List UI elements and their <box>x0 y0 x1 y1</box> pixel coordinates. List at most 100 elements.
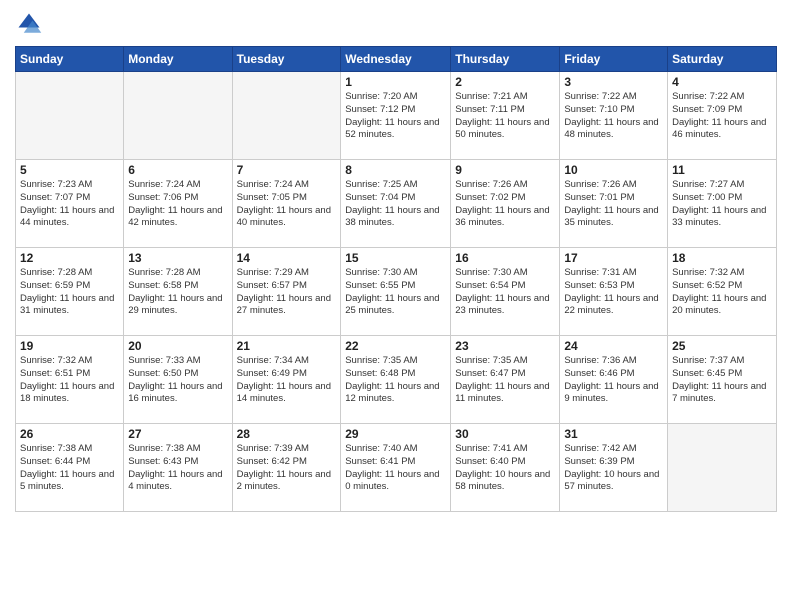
day-info: Sunrise: 7:24 AM Sunset: 7:05 PM Dayligh… <box>237 179 337 230</box>
day-cell: 25Sunrise: 7:37 AM Sunset: 6:45 PM Dayli… <box>668 336 777 424</box>
day-number: 30 <box>455 427 555 441</box>
day-info: Sunrise: 7:42 AM Sunset: 6:39 PM Dayligh… <box>564 443 663 494</box>
day-info: Sunrise: 7:41 AM Sunset: 6:40 PM Dayligh… <box>455 443 555 494</box>
day-cell: 19 Sunrise: 7:32 AM Sunset: 6:51 PM Dayli… <box>16 336 124 424</box>
day-cell <box>16 72 124 160</box>
day-cell: 7 Sunrise: 7:24 AM Sunset: 7:05 PM Daylig… <box>232 160 341 248</box>
day-cell: 5 Sunrise: 7:23 AM Sunset: 7:07 PM Daylig… <box>16 160 124 248</box>
weekday-header-monday: Monday <box>124 47 232 72</box>
day-number: 9 <box>455 163 555 177</box>
day-cell: 20 Sunrise: 7:33 AM Sunset: 6:50 PM Dayli… <box>124 336 232 424</box>
weekday-header-saturday: Saturday <box>668 47 777 72</box>
day-cell: 31 Sunrise: 7:42 AM Sunset: 6:39 PM Dayli… <box>560 424 668 512</box>
day-info: Sunrise: 7:37 AM Sunset: 6:45 PM Dayligh… <box>672 355 772 406</box>
week-row-2: 12 Sunrise: 7:28 AM Sunset: 6:59 PM Dayli… <box>16 248 777 336</box>
day-number: 14 <box>237 251 337 265</box>
calendar-table: SundayMondayTuesdayWednesdayThursdayFrid… <box>15 46 777 512</box>
day-info: Sunrise: 7:26 AM Sunset: 7:01 PM Dayligh… <box>564 179 663 230</box>
day-cell: 1 Sunrise: 7:20 AM Sunset: 7:12 PM Daylig… <box>341 72 451 160</box>
day-number: 5 <box>20 163 119 177</box>
day-info: Sunrise: 7:21 AM Sunset: 7:11 PM Dayligh… <box>455 91 555 142</box>
day-info: Sunrise: 7:30 AM Sunset: 6:55 PM Dayligh… <box>345 267 446 318</box>
day-number: 7 <box>237 163 337 177</box>
day-info: Sunrise: 7:26 AM Sunset: 7:02 PM Dayligh… <box>455 179 555 230</box>
day-cell: 10 Sunrise: 7:26 AM Sunset: 7:01 PM Dayli… <box>560 160 668 248</box>
day-number: 15 <box>345 251 446 265</box>
weekday-header-friday: Friday <box>560 47 668 72</box>
day-cell: 22 Sunrise: 7:35 AM Sunset: 6:48 PM Dayli… <box>341 336 451 424</box>
day-cell: 8Sunrise: 7:25 AM Sunset: 7:04 PM Daylig… <box>341 160 451 248</box>
day-info: Sunrise: 7:28 AM Sunset: 6:58 PM Dayligh… <box>128 267 227 318</box>
day-info: Sunrise: 7:22 AM Sunset: 7:09 PM Dayligh… <box>672 91 772 142</box>
week-row-3: 19 Sunrise: 7:32 AM Sunset: 6:51 PM Dayli… <box>16 336 777 424</box>
day-cell <box>232 72 341 160</box>
week-row-1: 5 Sunrise: 7:23 AM Sunset: 7:07 PM Daylig… <box>16 160 777 248</box>
day-cell: 16Sunrise: 7:30 AM Sunset: 6:54 PM Dayli… <box>451 248 560 336</box>
day-info: Sunrise: 7:33 AM Sunset: 6:50 PM Dayligh… <box>128 355 227 406</box>
day-number: 29 <box>345 427 446 441</box>
day-info: Sunrise: 7:29 AM Sunset: 6:57 PM Dayligh… <box>237 267 337 318</box>
day-number: 18 <box>672 251 772 265</box>
day-cell: 12 Sunrise: 7:28 AM Sunset: 6:59 PM Dayli… <box>16 248 124 336</box>
day-cell: 14 Sunrise: 7:29 AM Sunset: 6:57 PM Dayli… <box>232 248 341 336</box>
day-info: Sunrise: 7:40 AM Sunset: 6:41 PM Dayligh… <box>345 443 446 494</box>
day-number: 3 <box>564 75 663 89</box>
day-cell <box>668 424 777 512</box>
day-number: 6 <box>128 163 227 177</box>
day-cell: 15 Sunrise: 7:30 AM Sunset: 6:55 PM Dayli… <box>341 248 451 336</box>
day-number: 4 <box>672 75 772 89</box>
day-info: Sunrise: 7:35 AM Sunset: 6:48 PM Dayligh… <box>345 355 446 406</box>
week-row-4: 26Sunrise: 7:38 AM Sunset: 6:44 PM Dayli… <box>16 424 777 512</box>
day-cell: 3Sunrise: 7:22 AM Sunset: 7:10 PM Daylig… <box>560 72 668 160</box>
week-row-0: 1 Sunrise: 7:20 AM Sunset: 7:12 PM Daylig… <box>16 72 777 160</box>
day-number: 23 <box>455 339 555 353</box>
day-number: 11 <box>672 163 772 177</box>
day-cell: 21Sunrise: 7:34 AM Sunset: 6:49 PM Dayli… <box>232 336 341 424</box>
logo <box>15 10 47 38</box>
day-number: 20 <box>128 339 227 353</box>
day-info: Sunrise: 7:38 AM Sunset: 6:44 PM Dayligh… <box>20 443 119 494</box>
day-info: Sunrise: 7:20 AM Sunset: 7:12 PM Dayligh… <box>345 91 446 142</box>
day-cell: 24Sunrise: 7:36 AM Sunset: 6:46 PM Dayli… <box>560 336 668 424</box>
day-number: 22 <box>345 339 446 353</box>
day-number: 1 <box>345 75 446 89</box>
day-cell: 9 Sunrise: 7:26 AM Sunset: 7:02 PM Daylig… <box>451 160 560 248</box>
day-cell: 17 Sunrise: 7:31 AM Sunset: 6:53 PM Dayli… <box>560 248 668 336</box>
day-number: 12 <box>20 251 119 265</box>
day-cell: 30 Sunrise: 7:41 AM Sunset: 6:40 PM Dayli… <box>451 424 560 512</box>
day-info: Sunrise: 7:23 AM Sunset: 7:07 PM Dayligh… <box>20 179 119 230</box>
day-cell: 23 Sunrise: 7:35 AM Sunset: 6:47 PM Dayli… <box>451 336 560 424</box>
day-cell: 11 Sunrise: 7:27 AM Sunset: 7:00 PM Dayli… <box>668 160 777 248</box>
day-cell: 26Sunrise: 7:38 AM Sunset: 6:44 PM Dayli… <box>16 424 124 512</box>
day-cell: 28Sunrise: 7:39 AM Sunset: 6:42 PM Dayli… <box>232 424 341 512</box>
day-cell: 2Sunrise: 7:21 AM Sunset: 7:11 PM Daylig… <box>451 72 560 160</box>
weekday-header-wednesday: Wednesday <box>341 47 451 72</box>
day-cell: 27Sunrise: 7:38 AM Sunset: 6:43 PM Dayli… <box>124 424 232 512</box>
day-number: 19 <box>20 339 119 353</box>
day-info: Sunrise: 7:38 AM Sunset: 6:43 PM Dayligh… <box>128 443 227 494</box>
day-number: 21 <box>237 339 337 353</box>
day-info: Sunrise: 7:27 AM Sunset: 7:00 PM Dayligh… <box>672 179 772 230</box>
day-cell <box>124 72 232 160</box>
weekday-header-tuesday: Tuesday <box>232 47 341 72</box>
day-number: 24 <box>564 339 663 353</box>
day-number: 31 <box>564 427 663 441</box>
day-info: Sunrise: 7:31 AM Sunset: 6:53 PM Dayligh… <box>564 267 663 318</box>
day-info: Sunrise: 7:32 AM Sunset: 6:51 PM Dayligh… <box>20 355 119 406</box>
day-cell: 6 Sunrise: 7:24 AM Sunset: 7:06 PM Daylig… <box>124 160 232 248</box>
weekday-header-row: SundayMondayTuesdayWednesdayThursdayFrid… <box>16 47 777 72</box>
logo-icon <box>15 10 43 38</box>
day-info: Sunrise: 7:35 AM Sunset: 6:47 PM Dayligh… <box>455 355 555 406</box>
day-number: 8 <box>345 163 446 177</box>
day-number: 10 <box>564 163 663 177</box>
day-number: 17 <box>564 251 663 265</box>
day-cell: 13 Sunrise: 7:28 AM Sunset: 6:58 PM Dayli… <box>124 248 232 336</box>
day-cell: 4 Sunrise: 7:22 AM Sunset: 7:09 PM Daylig… <box>668 72 777 160</box>
day-number: 28 <box>237 427 337 441</box>
day-info: Sunrise: 7:28 AM Sunset: 6:59 PM Dayligh… <box>20 267 119 318</box>
day-info: Sunrise: 7:24 AM Sunset: 7:06 PM Dayligh… <box>128 179 227 230</box>
day-number: 13 <box>128 251 227 265</box>
day-info: Sunrise: 7:32 AM Sunset: 6:52 PM Dayligh… <box>672 267 772 318</box>
page: SundayMondayTuesdayWednesdayThursdayFrid… <box>0 0 792 612</box>
header <box>15 10 777 38</box>
